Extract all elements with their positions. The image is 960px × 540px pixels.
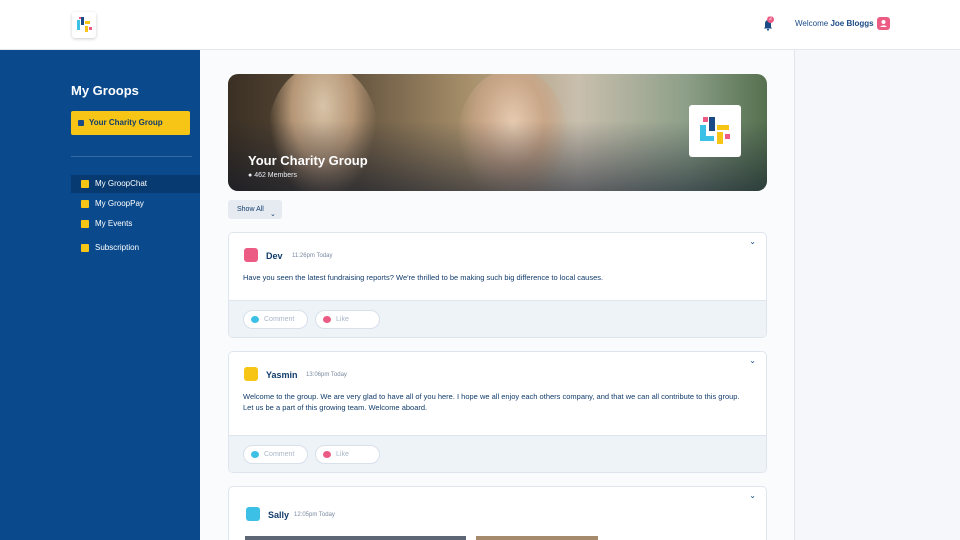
group-logo: [689, 105, 741, 157]
right-panel: [794, 50, 960, 540]
group-icon: [78, 120, 84, 126]
post-actions: Comment Like: [229, 300, 766, 337]
post-image[interactable]: [245, 536, 466, 540]
comment-button[interactable]: Comment: [243, 310, 308, 329]
like-label: Like: [336, 316, 349, 323]
comment-label: Comment: [264, 451, 295, 458]
subscription-icon: [81, 244, 89, 252]
post-author-name[interactable]: Dev: [266, 251, 283, 261]
logo-icon: [700, 117, 730, 144]
post-menu-chevron-icon[interactable]: ⌄: [749, 356, 756, 365]
members-icon: ●: [248, 172, 253, 179]
calendar-icon: [81, 220, 89, 228]
post-card: ⌄ Sally 12:05pm Today: [228, 486, 767, 540]
post-author-avatar[interactable]: [244, 248, 258, 262]
post-body: Welcome to the group. We are very glad t…: [243, 392, 740, 412]
group-title: Your Charity Group: [248, 153, 368, 168]
sidebar-title: My Groops: [71, 83, 139, 98]
post-author-name[interactable]: Yasmin: [266, 370, 298, 380]
main-feed[interactable]: Your Charity Group ● 462 Members Show Al…: [200, 50, 794, 540]
sidebar-item-label: My GroopChat: [95, 179, 148, 188]
hero-overlay: [228, 74, 767, 191]
post-body: Have you seen the latest fundraising rep…: [243, 273, 604, 282]
group-member-count: ● 462 Members: [248, 172, 297, 179]
sidebar-item-label: My GroopPay: [95, 199, 144, 208]
members-label: 462 Members: [254, 172, 297, 179]
welcome-prefix: Welcome: [795, 19, 829, 28]
sidebar-item-subscription[interactable]: Subscription: [71, 239, 200, 257]
filter-dropdown[interactable]: Show All ⌄: [228, 200, 282, 219]
post-card: ⌄ Dev 11:26pm Today Have you seen the la…: [228, 232, 767, 338]
group-button-label: Your Charity Group: [89, 118, 163, 127]
app-logo[interactable]: [72, 12, 96, 38]
like-label: Like: [336, 451, 349, 458]
sidebar-divider: [71, 156, 192, 157]
sidebar-item-grooppay[interactable]: My GroopPay: [71, 195, 200, 213]
sidebar-item-groopchat[interactable]: My GroopChat: [71, 175, 200, 193]
logo-icon: [77, 17, 92, 32]
group-select-button[interactable]: Your Charity Group: [71, 111, 190, 135]
chevron-down-icon: ⌄: [270, 211, 276, 218]
post-timestamp: 11:26pm Today: [292, 253, 333, 259]
user-name[interactable]: Joe Bloggs: [830, 19, 873, 28]
chat-grid-icon: [81, 180, 89, 188]
sidebar: My Groops Your Charity Group My GroopCha…: [0, 50, 200, 540]
heart-icon: [323, 316, 331, 323]
post-image[interactable]: [476, 536, 598, 540]
comment-icon: [251, 451, 259, 458]
heart-icon: [323, 451, 331, 458]
comment-icon: [251, 316, 259, 323]
post-author-avatar[interactable]: [244, 367, 258, 381]
post-timestamp: 13:06pm Today: [306, 372, 347, 378]
post-card: ⌄ Yasmin 13:06pm Today Welcome to the gr…: [228, 351, 767, 473]
like-button[interactable]: Like: [315, 310, 380, 329]
like-button[interactable]: Like: [315, 445, 380, 464]
user-icon: [880, 20, 887, 27]
top-bar: 2 Welcome Joe Bloggs: [0, 0, 960, 50]
user-avatar[interactable]: [877, 17, 890, 30]
post-author-name[interactable]: Sally: [268, 510, 289, 520]
welcome-text: Welcome Joe Bloggs: [795, 19, 874, 28]
filter-label: Show All: [237, 206, 264, 213]
notification-badge: 2: [767, 16, 774, 23]
sidebar-item-label: Subscription: [95, 243, 140, 252]
comment-label: Comment: [264, 316, 295, 323]
post-menu-chevron-icon[interactable]: ⌄: [749, 491, 756, 500]
wallet-icon: [81, 200, 89, 208]
sidebar-item-events[interactable]: My Events: [71, 215, 200, 233]
post-actions: Comment Like: [229, 435, 766, 472]
post-menu-chevron-icon[interactable]: ⌄: [749, 237, 756, 246]
comment-button[interactable]: Comment: [243, 445, 308, 464]
sidebar-item-label: My Events: [95, 219, 133, 228]
post-author-avatar[interactable]: [246, 507, 260, 521]
post-timestamp: 12:05pm Today: [294, 512, 335, 518]
group-hero-banner: Your Charity Group ● 462 Members: [228, 74, 767, 191]
